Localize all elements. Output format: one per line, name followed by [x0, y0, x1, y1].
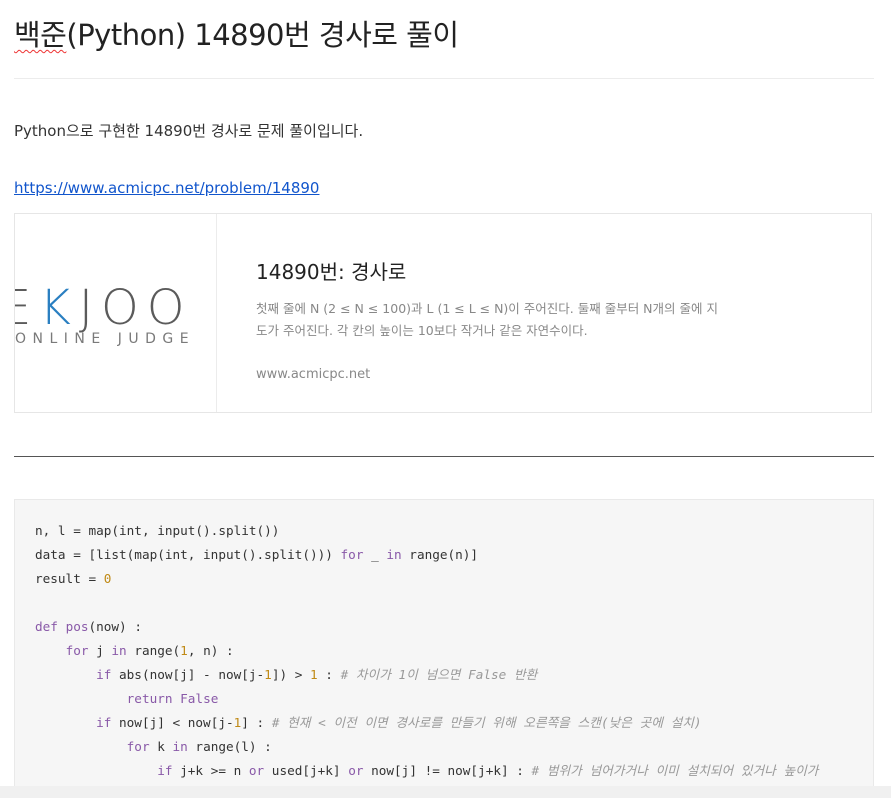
code-text: _	[363, 547, 387, 562]
card-domain: www.acmicpc.net	[256, 367, 371, 382]
code-block: n, l = map(int, input().split()) data = …	[14, 499, 874, 798]
code-keyword: if	[96, 715, 112, 730]
code-text: j+k >= n	[172, 763, 249, 778]
code-text: ] :	[241, 715, 272, 730]
code-number: 1	[180, 643, 188, 658]
code-function-name: pos	[65, 619, 89, 634]
code-text: result =	[35, 571, 104, 586]
card-title: 14890번: 경사로	[256, 260, 407, 284]
code-line-2: data = [list(map(int, input().split())) …	[35, 547, 478, 562]
code-line-7: if abs(now[j] - now[j-1]) > 1 : # 차이가 1이…	[35, 667, 537, 682]
code-text: k	[149, 739, 173, 754]
link-preview-card[interactable]: EKJOO ONLINE JUDGE 14890번: 경사로 첫째 줄에 N (…	[14, 213, 872, 413]
title-divider	[14, 78, 874, 79]
horizontal-scrollbar[interactable]	[0, 786, 891, 798]
code-line-9: if now[j] < now[j-1] : # 현재 < 이전 이면 경사로를…	[35, 715, 702, 730]
code-text: , n) :	[187, 643, 234, 658]
code-keyword: if	[96, 667, 112, 682]
code-line-5: def pos(now) :	[35, 619, 142, 634]
code-keyword: in	[386, 547, 402, 562]
section-divider	[14, 456, 874, 457]
code-line-6: for j in range(1, n) :	[35, 643, 234, 658]
code-text: used[j+k]	[264, 763, 349, 778]
code-keyword: for	[65, 643, 89, 658]
code-keyword: def	[35, 619, 58, 634]
code-text: n, l = map(int, input().split())	[35, 523, 280, 538]
card-description: 첫째 줄에 N (2 ≤ N ≤ 100)과 L (1 ≤ L ≤ N)이 주어…	[256, 301, 718, 338]
logo-subtitle: ONLINE JUDGE	[15, 331, 196, 347]
code-line-8: return False	[35, 691, 219, 706]
code-keyword: False	[180, 691, 219, 706]
code-text: :	[317, 667, 341, 682]
baekjoon-logo: EKJOO	[15, 280, 193, 336]
code-line-3: result = 0	[35, 571, 111, 586]
code-text: abs(now[j] - now[j-	[111, 667, 265, 682]
code-keyword: for	[126, 739, 150, 754]
code-keyword: return	[126, 691, 173, 706]
code-line-1: n, l = map(int, input().split())	[35, 523, 279, 538]
post-title-prefix: 백준	[14, 18, 67, 52]
code-number: 1	[264, 667, 272, 682]
card-thumbnail: EKJOO ONLINE JUDGE	[15, 214, 217, 412]
code-text: data = [list(map(int, input().split()))	[35, 547, 341, 562]
problem-link[interactable]: https://www.acmicpc.net/problem/14890	[14, 179, 319, 197]
post-title: 백준(Python) 14890번 경사로 풀이	[14, 12, 459, 54]
code-keyword: for	[340, 547, 364, 562]
code-comment: # 범위가 넘어가거나 이미 설치되어 있거나 높이가	[531, 763, 819, 778]
code-number: 0	[103, 571, 112, 586]
logo-letters-left: E	[15, 280, 39, 336]
code-number: 1	[310, 667, 318, 682]
code-keyword: or	[248, 763, 265, 778]
code-comment: # 현재 < 이전 이면 경사로를 만들기 위해 오른쪽을 스캔(낮은 곳에 설…	[271, 715, 702, 730]
code-text: range(n)]	[401, 547, 479, 562]
code-keyword: or	[348, 763, 364, 778]
logo-letter-k: K	[39, 280, 79, 336]
code-text: range(	[126, 643, 181, 658]
code-text: now[j] < now[j-	[111, 715, 234, 730]
code-keyword: if	[157, 763, 173, 778]
intro-text: Python으로 구현한 14890번 경사로 문제 풀이입니다.	[14, 122, 364, 140]
code-line-10: for k in range(l) :	[35, 739, 272, 754]
code-content: n, l = map(int, input().split()) data = …	[35, 519, 818, 783]
code-keyword: in	[111, 643, 127, 658]
post-title-rest: (Python) 14890번 경사로 풀이	[66, 18, 459, 52]
code-line-11: if j+k >= n or used[j+k] or now[j] != no…	[35, 763, 818, 778]
code-text: now[j] != now[j+k] :	[363, 763, 532, 778]
code-keyword: in	[172, 739, 188, 754]
logo-letters-right: JOO	[78, 280, 193, 336]
code-comment: # 차이가 1이 넘으면 False 반환	[340, 667, 538, 682]
code-text: j	[88, 643, 112, 658]
code-text: range(l) :	[187, 739, 272, 754]
code-text: (now) :	[88, 619, 142, 634]
code-text: ]) >	[271, 667, 311, 682]
